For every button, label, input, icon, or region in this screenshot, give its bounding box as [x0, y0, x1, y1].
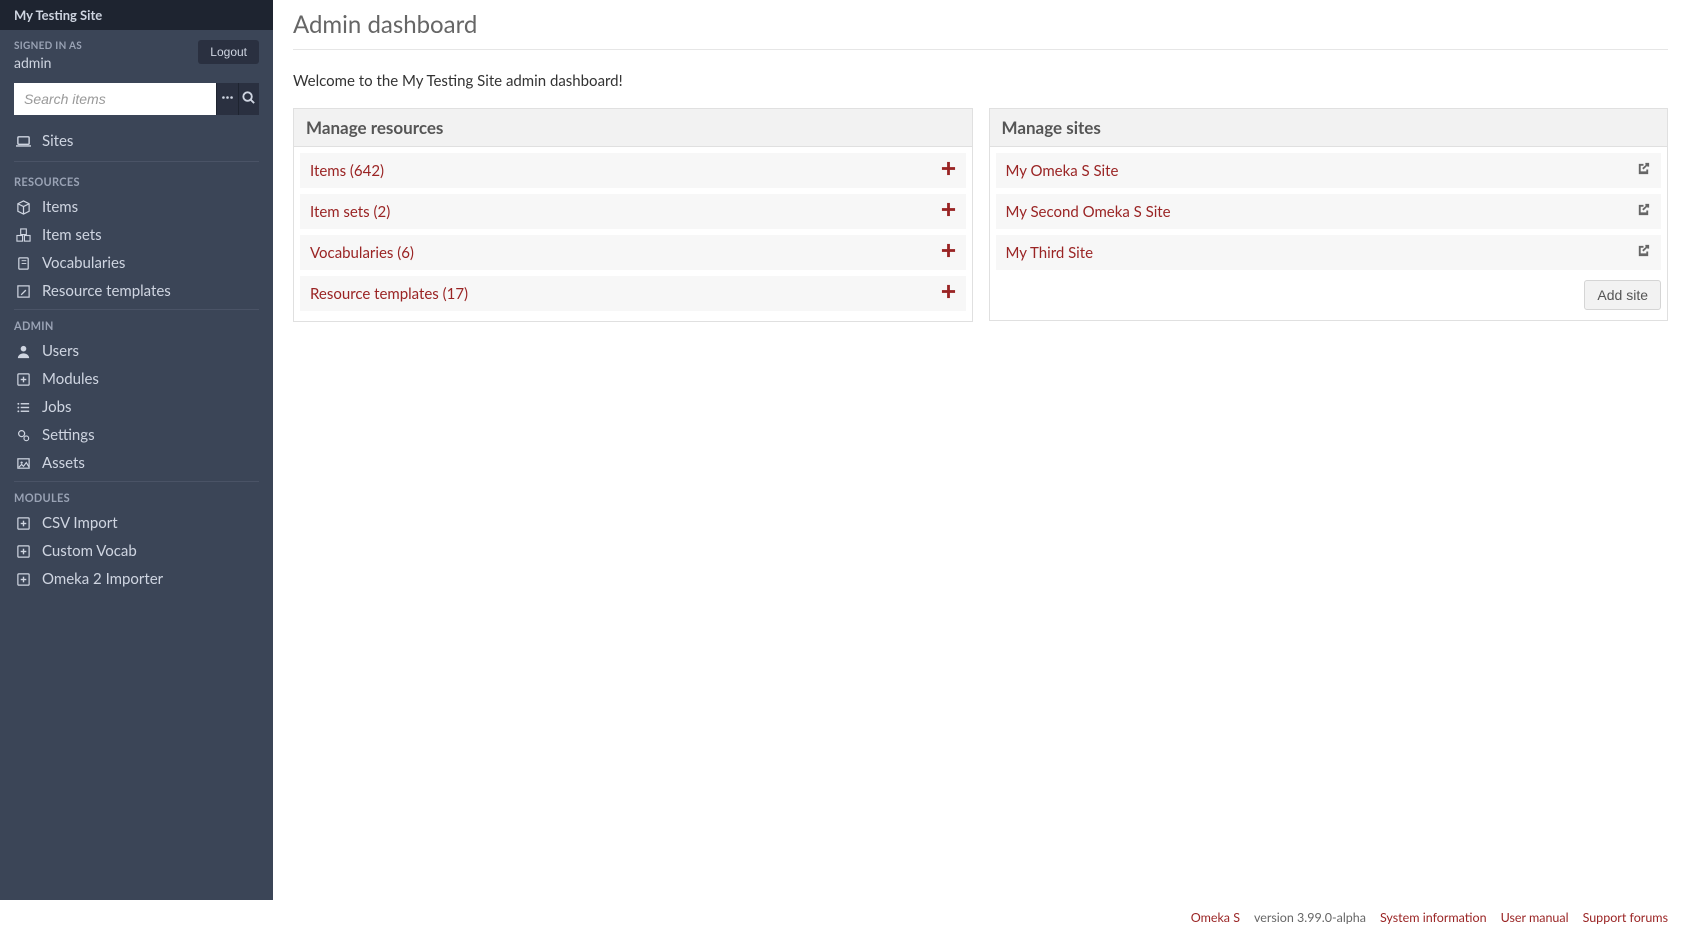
site-row: My Second Omeka S Site	[996, 194, 1662, 229]
nav-label: Assets	[42, 454, 85, 472]
resource-link[interactable]: Item sets (2)	[310, 203, 390, 221]
panel-actions: Add site	[996, 276, 1662, 310]
site-row: My Omeka S Site	[996, 153, 1662, 188]
resource-row-items: Items (642)	[300, 153, 966, 188]
manage-resources-panel: Manage resources Items (642) Item sets (…	[293, 108, 973, 322]
nav-csv-import[interactable]: CSV Import	[14, 509, 259, 537]
nav-label: Custom Vocab	[42, 542, 137, 560]
manage-sites-panel: Manage sites My Omeka S Site My Second O…	[989, 108, 1669, 321]
footer: Omeka S version 3.99.0-alpha System info…	[0, 900, 1688, 934]
footer-brand-link[interactable]: Omeka S	[1191, 910, 1240, 925]
plus-icon[interactable]	[941, 202, 956, 221]
nav-label: Omeka 2 Importer	[42, 570, 163, 588]
cubes-icon	[14, 228, 32, 243]
plus-square-icon	[14, 516, 32, 531]
nav-modules[interactable]: Modules	[14, 365, 259, 393]
page-title: Admin dashboard	[293, 6, 1668, 50]
nav-custom-vocab[interactable]: Custom Vocab	[14, 537, 259, 565]
gears-icon	[14, 428, 32, 443]
user-info: SIGNED IN AS admin	[14, 40, 82, 71]
search-options-button[interactable]	[216, 83, 238, 115]
nav-label: Resource templates	[42, 282, 171, 300]
pencil-square-icon	[14, 284, 32, 299]
nav-label: Sites	[42, 132, 73, 150]
nav-label: Item sets	[42, 226, 102, 244]
plus-icon[interactable]	[941, 243, 956, 262]
nav-label: Modules	[42, 370, 99, 388]
site-link[interactable]: My Omeka S Site	[1006, 162, 1119, 180]
user-name[interactable]: admin	[14, 54, 82, 71]
nav-jobs[interactable]: Jobs	[14, 393, 259, 421]
resource-row-item-sets: Item sets (2)	[300, 194, 966, 229]
nav: Sites RESOURCES Items Item sets Vocabula…	[0, 127, 273, 593]
nav-users[interactable]: Users	[14, 337, 259, 365]
external-link-icon[interactable]	[1636, 243, 1651, 262]
nav-item-sets[interactable]: Item sets	[14, 221, 259, 249]
user-block: SIGNED IN AS admin Logout	[0, 30, 273, 71]
nav-omeka2-importer[interactable]: Omeka 2 Importer	[14, 565, 259, 593]
site-title[interactable]: My Testing Site	[14, 7, 102, 23]
plus-square-icon	[14, 372, 32, 387]
nav-assets[interactable]: Assets	[14, 449, 259, 477]
site-link[interactable]: My Third Site	[1006, 244, 1094, 262]
sidebar-header: My Testing Site	[0, 0, 273, 30]
footer-version: version 3.99.0-alpha	[1254, 910, 1366, 925]
resource-link[interactable]: Items (642)	[310, 162, 384, 180]
nav-heading-admin: ADMIN	[14, 309, 259, 337]
resource-row-vocabularies: Vocabularies (6)	[300, 235, 966, 270]
nav-label: Items	[42, 198, 78, 216]
plus-square-icon	[14, 572, 32, 587]
nav-label: CSV Import	[42, 514, 118, 532]
resource-row-resource-templates: Resource templates (17)	[300, 276, 966, 311]
add-site-button[interactable]: Add site	[1584, 280, 1661, 310]
nav-heading-resources: RESOURCES	[14, 166, 259, 193]
laptop-icon	[14, 134, 32, 149]
list-icon	[14, 400, 32, 415]
welcome-text: Welcome to the My Testing Site admin das…	[293, 50, 1668, 108]
nav-label: Vocabularies	[42, 254, 125, 272]
cube-icon	[14, 200, 32, 215]
search-input[interactable]	[14, 83, 216, 115]
nav-label: Settings	[42, 426, 95, 444]
panel-body: My Omeka S Site My Second Omeka S Site M…	[990, 147, 1668, 320]
nav-resource-templates[interactable]: Resource templates	[14, 277, 259, 305]
search-row	[0, 71, 273, 127]
signed-in-label: SIGNED IN AS	[14, 40, 82, 52]
external-link-icon[interactable]	[1636, 202, 1651, 221]
footer-system-info-link[interactable]: System information	[1380, 910, 1487, 925]
panel-body: Items (642) Item sets (2) Vocabularies (…	[294, 147, 972, 321]
plus-icon[interactable]	[941, 284, 956, 303]
plus-square-icon	[14, 544, 32, 559]
footer-user-manual-link[interactable]: User manual	[1501, 910, 1569, 925]
nav-items[interactable]: Items	[14, 193, 259, 221]
panel-title: Manage resources	[294, 109, 972, 147]
footer-support-forums-link[interactable]: Support forums	[1583, 910, 1668, 925]
nav-vocabularies[interactable]: Vocabularies	[14, 249, 259, 277]
site-link[interactable]: My Second Omeka S Site	[1006, 203, 1171, 221]
resource-link[interactable]: Vocabularies (6)	[310, 244, 414, 262]
resource-link[interactable]: Resource templates (17)	[310, 285, 468, 303]
user-icon	[14, 344, 32, 359]
ellipsis-icon	[221, 91, 234, 107]
main: Admin dashboard Welcome to the My Testin…	[273, 0, 1688, 900]
image-icon	[14, 456, 32, 471]
search-submit-button[interactable]	[238, 83, 260, 115]
nav-label: Users	[42, 342, 79, 360]
external-link-icon[interactable]	[1636, 161, 1651, 180]
site-row: My Third Site	[996, 235, 1662, 270]
panel-title: Manage sites	[990, 109, 1668, 147]
plus-icon[interactable]	[941, 161, 956, 180]
book-icon	[14, 256, 32, 271]
panels: Manage resources Items (642) Item sets (…	[293, 108, 1668, 322]
sidebar: My Testing Site SIGNED IN AS admin Logou…	[0, 0, 273, 900]
nav-heading-modules: MODULES	[14, 481, 259, 509]
logout-button[interactable]: Logout	[198, 40, 259, 64]
nav-settings[interactable]: Settings	[14, 421, 259, 449]
nav-sites[interactable]: Sites	[14, 127, 259, 155]
nav-label: Jobs	[42, 398, 71, 416]
search-icon	[241, 90, 256, 108]
